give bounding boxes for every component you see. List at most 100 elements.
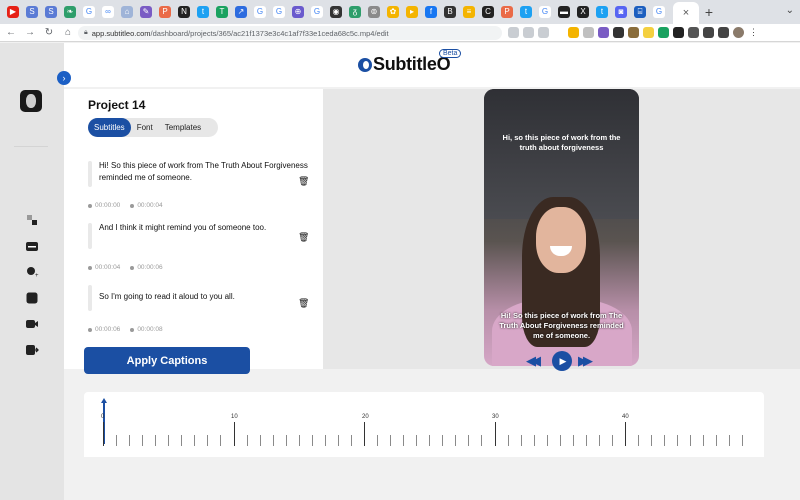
caption-text-field[interactable]: And I think it might remind you of someo… <box>88 222 308 250</box>
grid-icon[interactable] <box>25 213 39 227</box>
tab-favicon[interactable]: ⊚ <box>365 0 383 24</box>
tab-favicon[interactable]: ❧ <box>61 0 79 24</box>
home-icon[interactable]: ⌂ <box>60 27 76 38</box>
delete-caption-icon[interactable]: 🗑︎ <box>298 298 309 309</box>
timeline[interactable]: 0 10 20 30 40 <box>84 392 764 457</box>
caption-text[interactable]: Hi! So this piece of work from The Truth… <box>99 160 308 184</box>
caption-text-field[interactable]: So I'm going to read it aloud to you all… <box>88 284 308 312</box>
timeline-tick <box>181 435 183 446</box>
tab-favicon[interactable]: ᵹ <box>346 0 364 24</box>
tab-favicon[interactable]: G <box>308 0 326 24</box>
tab-favicon[interactable]: f <box>422 0 440 24</box>
caption-start-time[interactable]: 00:00:00 <box>88 202 120 209</box>
tab-favicon[interactable]: P <box>498 0 516 24</box>
caption-end-time[interactable]: 00:00:08 <box>130 326 162 333</box>
tab-favicon[interactable]: ⌸ <box>631 0 649 24</box>
tab-favicon[interactable]: ⊕ <box>289 0 307 24</box>
caption-end-time[interactable]: 00:00:06 <box>130 264 162 271</box>
tab-favicon[interactable]: X <box>574 0 592 24</box>
install-icon[interactable] <box>508 27 519 38</box>
close-tab-icon[interactable]: × <box>683 7 689 19</box>
tab-favicon[interactable]: t <box>194 0 212 24</box>
browser-tab-strip: ▶ S S ❧ G ∞ ⌂ ✎ P Nt T ↗ G G ⊕ G ◉ ᵹ ⊚ ✿ ▸ f B ≡ C Pt G ▬ Xt ◙ ⌸ G × + … <box>0 0 800 24</box>
extension-icon[interactable] <box>658 27 669 38</box>
tab-subtitles[interactable]: Subtitles <box>88 118 131 137</box>
tab-favicon[interactable]: ↗ <box>232 0 250 24</box>
apply-captions-button[interactable]: Apply Captions <box>84 347 250 374</box>
tab-favicon[interactable]: N <box>175 0 193 24</box>
tab-favicon[interactable]: G <box>650 0 668 24</box>
logout-icon[interactable] <box>25 343 39 357</box>
tab-favicon[interactable]: ▬ <box>555 0 573 24</box>
tab-favicon[interactable]: ✿ <box>384 0 402 24</box>
tab-favicon[interactable]: ◙ <box>612 0 630 24</box>
caption-text[interactable]: And I think it might remind you of someo… <box>99 222 308 234</box>
subtitleo-logo[interactable]: SubtitleO <box>358 54 451 75</box>
extension-icon[interactable] <box>688 27 699 38</box>
timeline-tick <box>246 435 248 446</box>
caption-start-time[interactable]: 00:00:06 <box>88 326 120 333</box>
profile-avatar-icon[interactable] <box>733 27 744 38</box>
tab-favicon[interactable]: ▸ <box>403 0 421 24</box>
extensions-puzzle-icon[interactable] <box>703 27 714 38</box>
extension-icon[interactable] <box>568 27 579 38</box>
tab-favicon[interactable]: G <box>80 0 98 24</box>
extension-icon[interactable] <box>673 27 684 38</box>
tab-favicon[interactable]: S <box>23 0 41 24</box>
tab-favicon[interactable]: t <box>517 0 535 24</box>
extension-icon[interactable] <box>583 27 594 38</box>
add-user-icon[interactable]: + <box>25 265 39 279</box>
sidepanel-icon[interactable] <box>718 27 729 38</box>
tab-favicon[interactable]: ◉ <box>327 0 345 24</box>
bookmark-star-icon[interactable] <box>538 27 549 38</box>
tab-favicon[interactable]: B <box>441 0 459 24</box>
reload-icon[interactable]: ↻ <box>41 27 57 38</box>
tab-favicon[interactable]: P <box>156 0 174 24</box>
new-tab-button[interactable]: + <box>699 0 719 24</box>
tab-search-icon[interactable]: ⌄ <box>786 5 794 16</box>
caption-text[interactable]: So I'm going to read it aloud to you all… <box>99 284 308 303</box>
folder-icon[interactable] <box>25 239 39 253</box>
caption-start-time[interactable]: 00:00:04 <box>88 264 120 271</box>
tab-favicon[interactable]: ∞ <box>99 0 117 24</box>
rewind-icon[interactable]: ◀◀ <box>526 353 546 369</box>
tab-favicon[interactable]: G <box>536 0 554 24</box>
kebab-menu-icon[interactable]: ⋮ <box>748 27 759 38</box>
tab-templates[interactable]: Templates <box>159 118 207 137</box>
tab-favicon[interactable]: G <box>251 0 269 24</box>
tab-favicon[interactable]: t <box>593 0 611 24</box>
tab-favicon[interactable]: T <box>213 0 231 24</box>
video-player[interactable]: Hi, so this piece of work from the truth… <box>484 89 639 366</box>
user-avatar[interactable] <box>20 90 42 112</box>
tab-font[interactable]: Font <box>131 118 159 137</box>
fast-forward-icon[interactable]: ▶▶ <box>578 353 598 369</box>
tab-favicon[interactable]: S <box>42 0 60 24</box>
timeline-tick <box>716 435 718 446</box>
share-icon[interactable] <box>523 27 534 38</box>
sidebar: + <box>0 43 64 500</box>
extension-icon[interactable] <box>643 27 654 38</box>
active-tab[interactable]: × <box>673 2 699 24</box>
play-button[interactable]: ▶ <box>552 351 572 371</box>
tab-favicon[interactable]: ✎ <box>137 0 155 24</box>
extension-icon[interactable] <box>613 27 624 38</box>
sidebar-collapse-button[interactable]: › <box>57 71 71 85</box>
timeline-tick <box>259 435 261 446</box>
extension-icon[interactable] <box>598 27 609 38</box>
tab-favicon[interactable]: ⌂ <box>118 0 136 24</box>
tab-favicon[interactable]: ▶ <box>4 0 22 24</box>
tab-favicon[interactable]: G <box>270 0 288 24</box>
caption-text-field[interactable]: Hi! So this piece of work from The Truth… <box>88 160 308 188</box>
address-bar[interactable]: 🔒︎ app.subtitleo.com/dashboard/projects/… <box>78 26 502 40</box>
video-camera-icon[interactable] <box>25 317 39 331</box>
delete-caption-icon[interactable]: 🗑︎ <box>298 232 309 243</box>
back-icon[interactable]: ← <box>3 27 19 38</box>
square-icon[interactable] <box>25 291 39 305</box>
tab-favicon[interactable]: ≡ <box>460 0 478 24</box>
extension-icon[interactable] <box>628 27 639 38</box>
forward-icon[interactable]: → <box>22 27 38 38</box>
tab-favicon[interactable]: C <box>479 0 497 24</box>
timeline-tick <box>585 435 587 446</box>
caption-end-time[interactable]: 00:00:04 <box>130 202 162 209</box>
delete-caption-icon[interactable]: 🗑︎ <box>298 176 309 187</box>
